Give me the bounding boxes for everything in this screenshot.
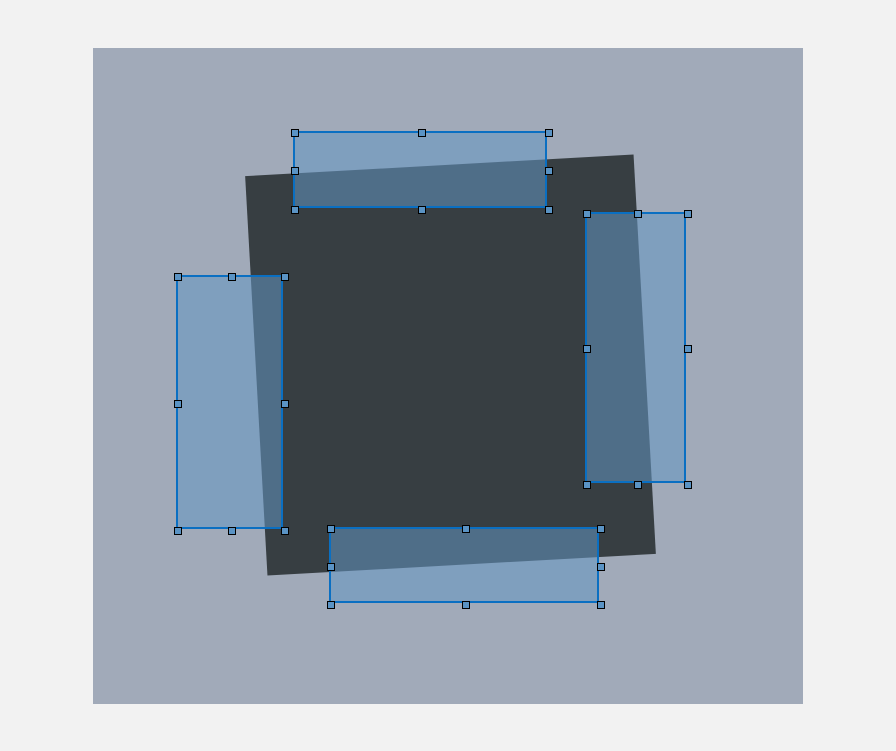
shape-bottom[interactable] [329, 527, 599, 603]
selection-handle[interactable] [327, 563, 335, 571]
selection-handle[interactable] [327, 525, 335, 533]
selection-handle[interactable] [583, 210, 591, 218]
selection-handle[interactable] [462, 601, 470, 609]
selection-handle[interactable] [583, 345, 591, 353]
selection-handle[interactable] [545, 167, 553, 175]
selection-handle[interactable] [545, 129, 553, 137]
selection-handle[interactable] [291, 167, 299, 175]
editor-canvas[interactable] [93, 48, 803, 704]
selection-handle[interactable] [327, 601, 335, 609]
selection-handle[interactable] [281, 400, 289, 408]
selection-handle[interactable] [684, 345, 692, 353]
selection-handle[interactable] [634, 210, 642, 218]
selection-handle[interactable] [684, 210, 692, 218]
shape-left[interactable] [176, 275, 283, 529]
selection-handle[interactable] [418, 206, 426, 214]
selection-handle[interactable] [174, 400, 182, 408]
selection-handle[interactable] [684, 481, 692, 489]
selection-handle[interactable] [228, 527, 236, 535]
selection-handle[interactable] [281, 273, 289, 281]
selection-handle[interactable] [174, 273, 182, 281]
selection-handle[interactable] [228, 273, 236, 281]
selection-handle[interactable] [418, 129, 426, 137]
selection-handle[interactable] [291, 206, 299, 214]
selection-handle[interactable] [597, 525, 605, 533]
selection-handle[interactable] [583, 481, 591, 489]
selection-handle[interactable] [634, 481, 642, 489]
selection-handle[interactable] [291, 129, 299, 137]
selection-handle[interactable] [597, 601, 605, 609]
selection-handle[interactable] [597, 563, 605, 571]
selection-handle[interactable] [174, 527, 182, 535]
selection-handle[interactable] [545, 206, 553, 214]
shape-top[interactable] [293, 131, 547, 208]
selection-handle[interactable] [462, 525, 470, 533]
selection-handle[interactable] [281, 527, 289, 535]
shape-right[interactable] [585, 212, 686, 483]
